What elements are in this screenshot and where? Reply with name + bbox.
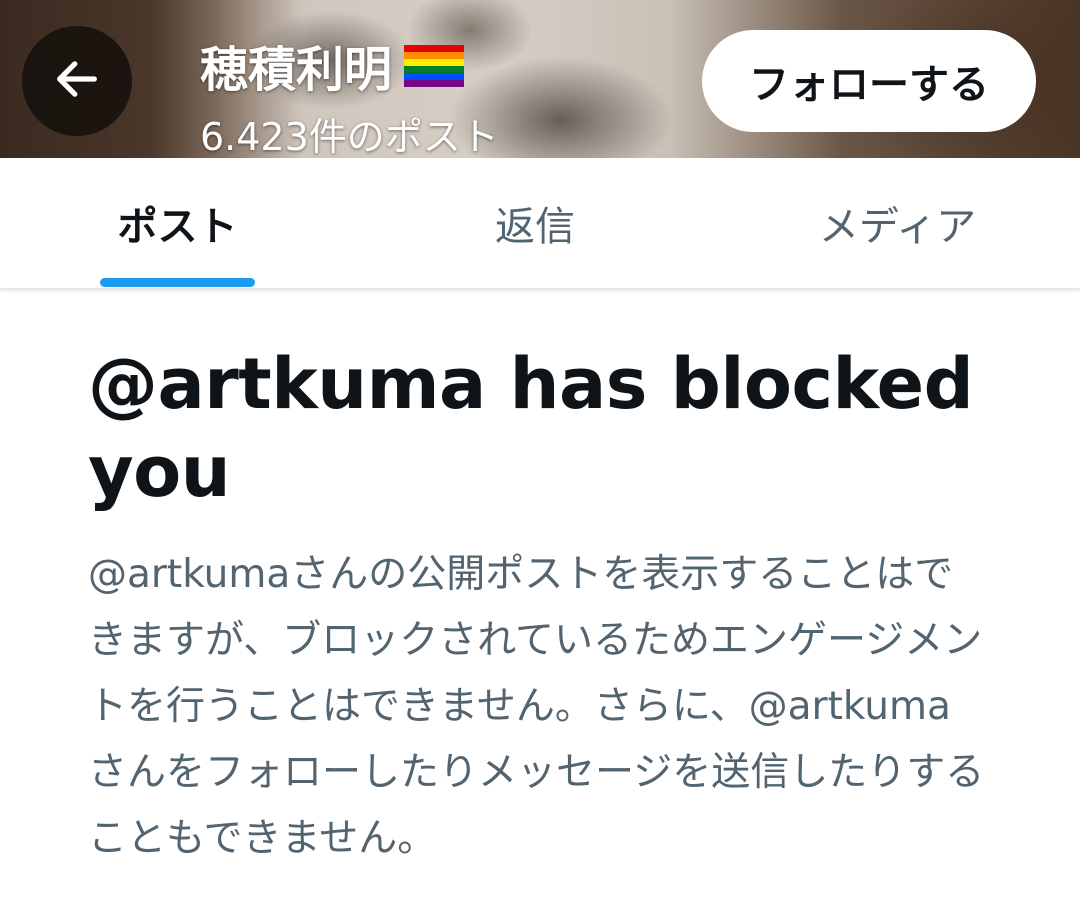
tab-replies[interactable]: 返信	[470, 158, 600, 288]
tab-posts[interactable]: ポスト	[100, 158, 255, 288]
profile-tabs: ポスト 返信 メディア	[0, 158, 1080, 290]
profile-header: 穂積利明 6.423件のポスト フォローする	[0, 0, 1080, 158]
rainbow-flag-icon	[404, 43, 465, 87]
follow-button[interactable]: フォローする	[702, 30, 1036, 132]
back-button[interactable]	[22, 26, 132, 136]
blocked-description: @artkumaさんの公開ポストを表示することはできますが、ブロックされているた…	[88, 552, 985, 861]
active-tab-indicator	[100, 278, 255, 287]
profile-name: 穂積利明	[200, 30, 465, 100]
tab-media[interactable]: メディア	[805, 158, 990, 288]
profile-name-text: 穂積利明	[200, 42, 393, 98]
post-count: 6.423件のポスト	[200, 115, 499, 158]
arrow-left-icon	[51, 53, 103, 109]
blocked-title: @artkuma has blocked you	[88, 343, 974, 513]
profile-page: 穂積利明 6.423件のポスト フォローする ポスト 返信 メディア @artk…	[0, 0, 1080, 897]
